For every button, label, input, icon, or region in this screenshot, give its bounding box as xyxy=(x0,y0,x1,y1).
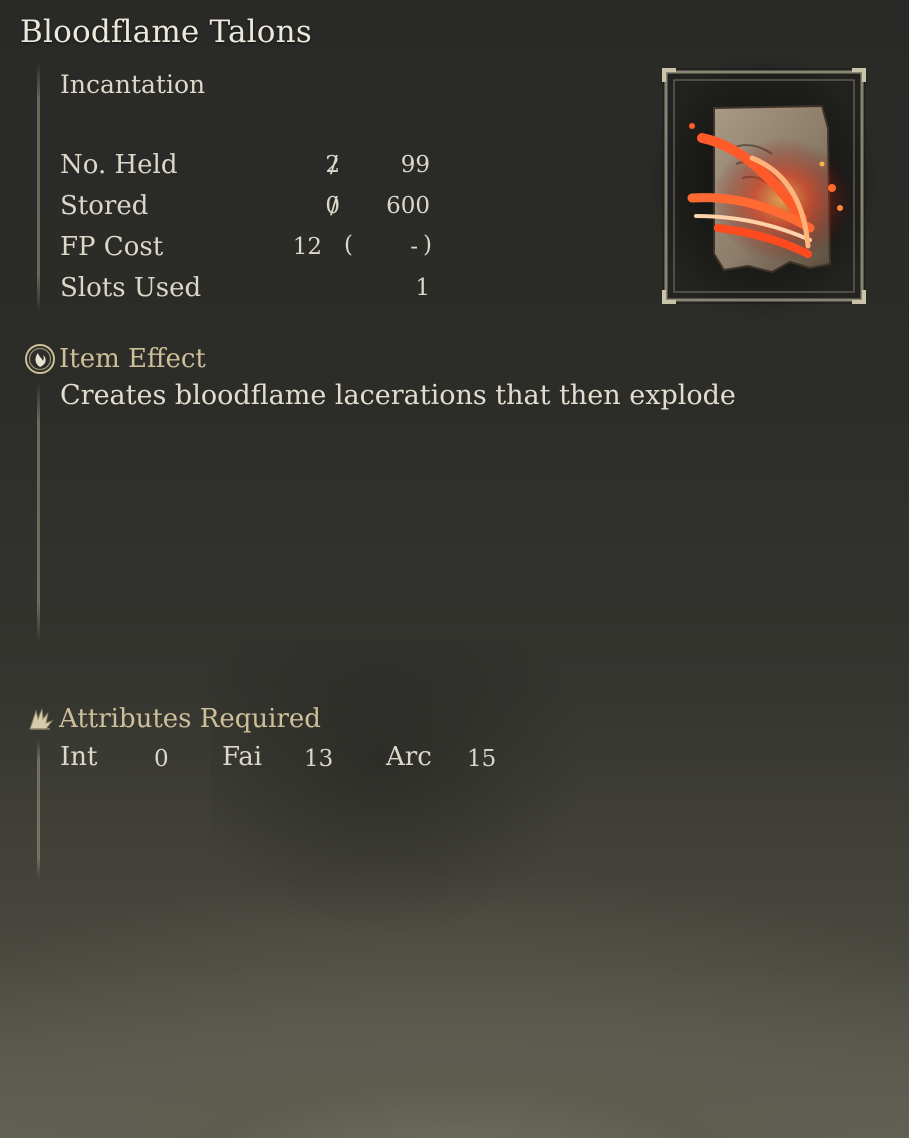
attribute-label-arc: Arc xyxy=(386,742,432,772)
section-title: Attributes Required xyxy=(59,704,321,734)
divider-line xyxy=(37,382,40,642)
item-title: Bloodflame Talons xyxy=(20,14,312,50)
stat-row-slots: Slots Used 1 xyxy=(60,273,440,307)
stat-label: Slots Used xyxy=(60,273,202,303)
stat-separator: / xyxy=(330,152,338,178)
item-category: Incantation xyxy=(60,70,206,99)
stat-paren-open: ( xyxy=(344,232,353,258)
attribute-value-int: 0 xyxy=(154,746,169,772)
attribute-value-fai: 13 xyxy=(304,746,334,772)
effect-swirl-icon xyxy=(24,343,56,375)
item-effect-heading: Item Effect xyxy=(24,343,206,375)
item-image-frame xyxy=(662,68,866,304)
attribute-label-fai: Fai xyxy=(222,742,263,772)
divider-line xyxy=(37,740,40,878)
section-title: Item Effect xyxy=(59,344,206,374)
stat-row-fp-cost: FP Cost 12 ( - ) xyxy=(60,232,440,266)
divider-line xyxy=(37,62,40,312)
stat-max: 99 xyxy=(400,152,430,178)
item-description: Creates bloodflame lacerations that then… xyxy=(60,380,736,411)
background-figure xyxy=(210,640,590,940)
attribute-value-arc: 15 xyxy=(467,746,497,772)
stat-max: 600 xyxy=(386,193,430,219)
attributes-heading: Attributes Required xyxy=(24,703,321,735)
stat-row-stored: Stored 0 / 600 xyxy=(60,191,440,225)
stat-label: No. Held xyxy=(60,150,178,180)
stat-paren-close: ) xyxy=(423,232,432,258)
stat-row-held: No. Held 2 / 99 xyxy=(60,150,440,184)
stat-secondary: - xyxy=(410,234,418,260)
attribute-label-int: Int xyxy=(60,742,98,772)
stat-separator: / xyxy=(330,193,338,219)
stat-label: Stored xyxy=(60,191,149,221)
stat-value: 1 xyxy=(415,275,430,301)
feather-hand-icon xyxy=(24,703,56,735)
stat-value: 12 xyxy=(292,234,322,260)
stat-label: FP Cost xyxy=(60,232,164,262)
